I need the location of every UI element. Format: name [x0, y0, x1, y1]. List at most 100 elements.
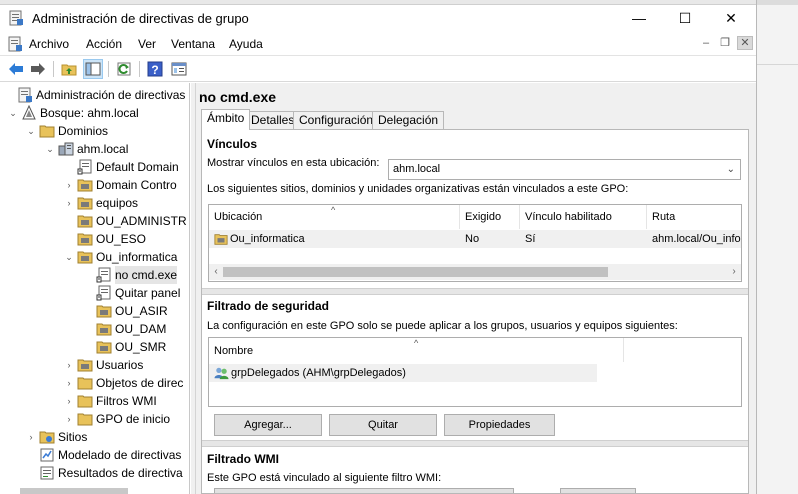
tree-item[interactable]: Modelado de directivas — [26, 446, 181, 464]
wmi-section-title: Filtrado WMI — [207, 452, 279, 466]
expand-chevron-icon[interactable]: › — [64, 392, 74, 410]
minimize-button[interactable]: — — [616, 5, 662, 31]
background-window-divider — [757, 64, 798, 65]
scroll-left-icon[interactable]: ‹ — [209, 264, 223, 280]
tree-item[interactable]: OU_ADMINISTR — [64, 212, 187, 230]
forward-button[interactable] — [28, 59, 48, 79]
menu-ayuda[interactable]: Ayuda — [229, 37, 263, 51]
toolbar-separator — [53, 61, 54, 77]
remove-button[interactable]: Quitar — [329, 414, 437, 436]
tree-item[interactable]: ⌄ Ou_informatica — [64, 248, 177, 266]
toolbar-separator — [139, 61, 140, 77]
tab-configuracion[interactable]: Configuración — [293, 111, 380, 129]
tree-item[interactable]: Default Domain — [64, 158, 179, 176]
tree-item[interactable]: › Sitios — [26, 428, 88, 446]
show-hide-tree-button[interactable] — [83, 59, 103, 79]
collapse-chevron-icon[interactable]: ⌄ — [64, 248, 74, 266]
expand-chevron-icon[interactable]: › — [26, 428, 36, 446]
mdi-restore-button[interactable]: ❐ — [717, 36, 733, 50]
properties-button[interactable]: Propiedades — [444, 414, 555, 436]
column-nombre[interactable]: Nombre — [209, 338, 624, 362]
tree-item-label: Usuarios — [96, 358, 144, 372]
menu-ver[interactable]: Ver — [138, 37, 156, 51]
tree-item[interactable]: Quitar panel — [83, 284, 180, 302]
up-folder-button[interactable] — [59, 59, 79, 79]
column-ruta[interactable]: Ruta — [647, 205, 741, 229]
tree-item[interactable]: OU_DAM — [83, 320, 166, 338]
mdi-minimize-button[interactable]: – — [698, 36, 714, 50]
tree-item[interactable]: › Domain Contro — [64, 176, 177, 194]
tree-item[interactable]: › Filtros WMI — [64, 392, 157, 410]
collapse-chevron-icon[interactable]: ⌄ — [8, 104, 18, 122]
back-icon — [9, 63, 23, 75]
tree-item[interactable]: no cmd.exe — [83, 266, 178, 284]
ou-icon — [214, 234, 228, 245]
tree-item[interactable]: Resultados de directiva — [26, 464, 183, 482]
system-menu-icon[interactable] — [7, 36, 23, 52]
expand-chevron-icon[interactable]: › — [64, 356, 74, 374]
wmi-filter-combo[interactable] — [214, 488, 514, 493]
table-row[interactable]: grpDelegados (AHM\grpDelegados) — [209, 364, 597, 382]
tree-item[interactable]: ⌄ ahm.local — [45, 140, 128, 158]
tree-item-label: equipos — [96, 196, 139, 210]
background-window-edge — [757, 0, 798, 5]
tree-item[interactable]: OU_ASIR — [83, 302, 168, 320]
gpmc-icon — [18, 87, 32, 103]
tree-item[interactable]: › equipos — [64, 194, 139, 212]
collapse-chevron-icon[interactable]: ⌄ — [45, 140, 55, 158]
expand-chevron-icon[interactable]: › — [64, 374, 74, 392]
table-row[interactable]: Ou_informatica No Sí ahm.local/Ou_inform… — [209, 230, 741, 248]
column-ubicacion[interactable]: Ubicación — [209, 205, 460, 229]
expand-chevron-icon[interactable]: › — [64, 194, 74, 212]
tree-item-label: Default Domain — [96, 160, 179, 174]
scroll-right-icon[interactable]: › — [727, 264, 741, 280]
back-button[interactable] — [6, 59, 26, 79]
section-divider[interactable] — [202, 288, 748, 295]
expand-chevron-icon[interactable]: › — [64, 176, 74, 194]
details-pane: no cmd.exe Ámbito Detalles Configuración… — [196, 83, 756, 494]
tree-item[interactable]: ⌄ Bosque: ahm.local — [8, 104, 139, 122]
column-vinculo-habilitado[interactable]: Vínculo habilitado — [520, 205, 647, 229]
scrollbar-thumb[interactable] — [223, 267, 608, 277]
close-icon: ✕ — [725, 9, 737, 26]
folder-icon — [77, 377, 93, 390]
section-divider[interactable] — [202, 440, 748, 447]
collapse-chevron-icon[interactable]: ⌄ — [26, 122, 36, 140]
gpo-link-icon — [96, 285, 111, 301]
add-button[interactable]: Agregar... — [214, 414, 322, 436]
window-title: Administración de directivas de grupo — [32, 11, 249, 26]
tree-item[interactable]: OU_ESO — [64, 230, 146, 248]
menu-accion[interactable]: Acción — [86, 37, 122, 51]
link-enabled: Sí — [525, 233, 536, 245]
tree-item[interactable]: › GPO de inicio — [64, 410, 171, 428]
menu-archivo[interactable]: Archivo — [29, 37, 69, 51]
tree-item-label: Sitios — [58, 430, 88, 444]
help-button[interactable]: ? — [145, 59, 165, 79]
maximize-button[interactable]: ☐ — [662, 5, 708, 31]
tree-item[interactable]: Administración de directivas de grupo — [4, 86, 189, 104]
tab-delegacion[interactable]: Delegación — [372, 111, 445, 129]
tree-item[interactable]: OU_SMR — [83, 338, 166, 356]
menu-ventana[interactable]: Ventana — [171, 37, 215, 51]
tree-scrollbar-thumb[interactable] — [20, 488, 128, 494]
links-list-scrollbar[interactable]: ‹ › — [209, 264, 741, 280]
chevron-down-icon: ⌄ — [726, 164, 735, 175]
tab-ambito[interactable]: Ámbito — [201, 109, 251, 130]
wmi-open-button[interactable] — [560, 488, 636, 493]
tree-item[interactable]: ⌄ Dominios — [26, 122, 108, 140]
column-exigido[interactable]: Exigido — [460, 205, 520, 229]
background-window-strip — [757, 0, 798, 494]
tree-item-label: Quitar panel — [115, 286, 181, 300]
toolbar-separator — [108, 61, 109, 77]
close-button[interactable]: ✕ — [708, 5, 754, 31]
tree-item[interactable]: › Usuarios — [64, 356, 144, 374]
links-location-combo[interactable]: ahm.local ⌄ — [388, 159, 741, 180]
tree-item-label: OU_SMR — [115, 340, 167, 354]
forward-icon — [31, 63, 45, 75]
refresh-button[interactable] — [114, 59, 134, 79]
properties-panel-button[interactable] — [169, 59, 189, 79]
mdi-close-button[interactable]: ✕ — [737, 36, 753, 50]
security-description: La configuración en este GPO solo se pue… — [207, 320, 678, 332]
tree-item[interactable]: › Objetos de direc — [64, 374, 184, 392]
expand-chevron-icon[interactable]: › — [64, 410, 74, 428]
